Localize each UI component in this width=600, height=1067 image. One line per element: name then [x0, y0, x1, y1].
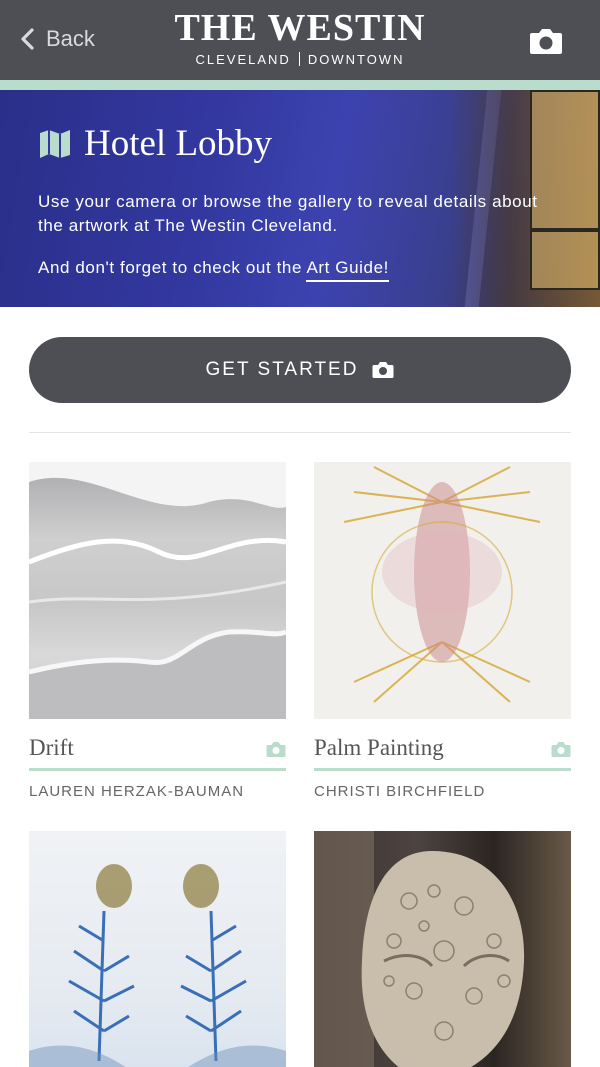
camera-icon[interactable] [528, 26, 564, 56]
artwork-artist: LAUREN HERZAK-BAUMAN [29, 783, 245, 800]
get-started-button[interactable]: GET STARTED [29, 337, 571, 403]
hero-reminder-text: And don't forget to check out the [38, 258, 307, 277]
artwork-card[interactable]: Drift LAUREN HERZAK-BAUMAN [29, 462, 286, 800]
map-icon [40, 129, 70, 158]
artwork-thumbnail[interactable] [29, 462, 286, 719]
artwork-card[interactable]: Palm Painting CHRISTI BIRCHFIELD [314, 462, 571, 800]
artwork-thumbnail[interactable] [29, 831, 286, 1067]
artwork-card[interactable] [314, 831, 571, 1067]
page-title-text: Hotel Lobby [84, 123, 273, 164]
artwork-title-row[interactable]: Palm Painting [314, 719, 571, 771]
page-title: Hotel Lobby [38, 122, 272, 165]
hero-description: Use your camera or browse the gallery to… [38, 192, 538, 235]
artwork-image-head [314, 831, 525, 1067]
camera-icon [372, 362, 394, 378]
header-accent-stripe [0, 80, 600, 90]
brand-subtitle: CLEVELAND DOWNTOWN [0, 52, 600, 67]
artwork-title[interactable]: Palm Painting [314, 735, 444, 761]
hero-reminder: And don't forget to check out the Art Gu… [38, 258, 389, 282]
hero-window [530, 230, 600, 290]
artwork-title-row[interactable]: Drift [29, 719, 286, 771]
top-bar: Back THE WESTIN CLEVELAND DOWNTOWN [0, 0, 600, 80]
art-guide-link[interactable]: Art Guide! [306, 258, 389, 282]
artwork-image-palm [343, 466, 541, 703]
get-started-label: GET STARTED [205, 359, 359, 380]
artwork-thumbnail[interactable] [314, 462, 571, 719]
artwork-card[interactable] [29, 831, 286, 1067]
artwork-artist: CHRISTI BIRCHFIELD [314, 783, 486, 800]
camera-icon[interactable] [266, 741, 286, 758]
brand-title: THE WESTIN [174, 7, 426, 49]
artwork-image-fern [29, 864, 286, 1067]
brand-city: CLEVELAND [195, 52, 291, 67]
camera-icon[interactable] [551, 741, 571, 758]
brand-divider [298, 52, 300, 66]
artwork-image-drift [29, 462, 286, 719]
brand-area: DOWNTOWN [307, 52, 405, 67]
section-divider [29, 432, 571, 433]
artwork-thumbnail[interactable] [314, 831, 571, 1067]
brand-logo: THE WESTIN CLEVELAND DOWNTOWN [0, 8, 600, 67]
artwork-title[interactable]: Drift [29, 735, 74, 761]
